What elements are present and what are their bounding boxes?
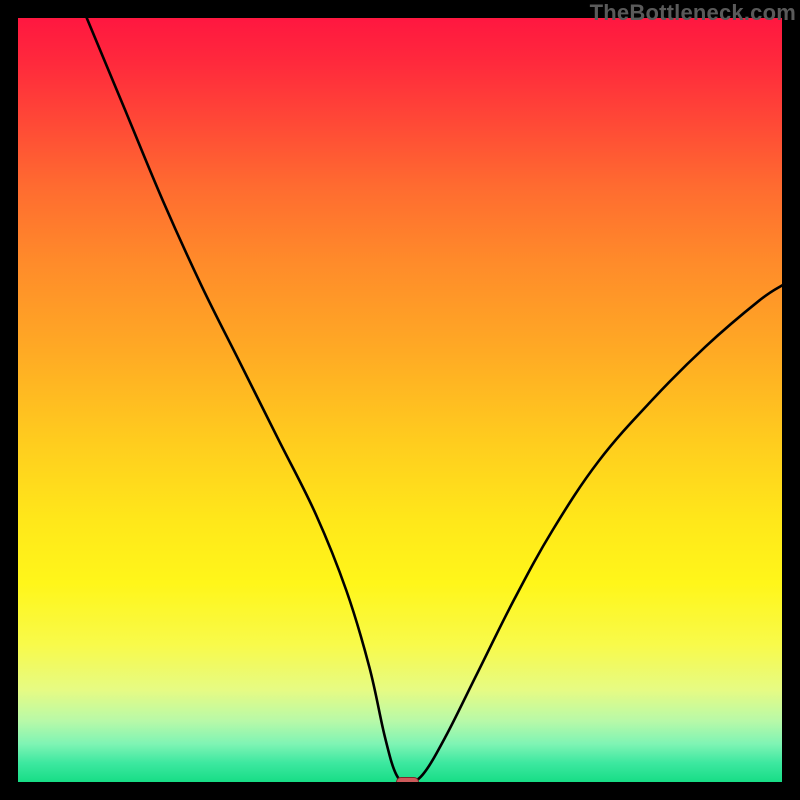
chart-frame: TheBottleneck.com (0, 0, 800, 800)
watermark-text: TheBottleneck.com (590, 0, 796, 26)
optimal-indicator (396, 777, 419, 782)
plot-area (18, 18, 782, 782)
bottleneck-curve (18, 18, 782, 782)
